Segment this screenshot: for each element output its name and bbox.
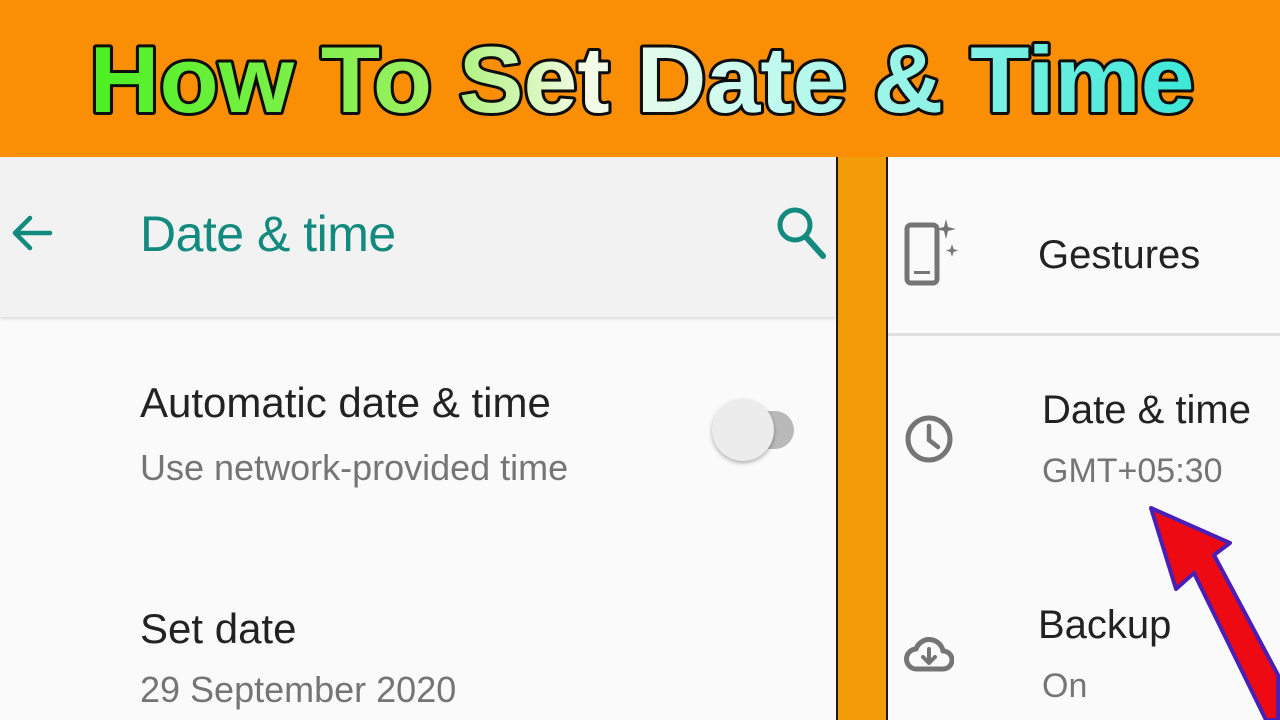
automatic-date-time-toggle[interactable]: [712, 399, 796, 461]
toggle-thumb: [712, 399, 774, 461]
red-pointer-arrow-icon: [1149, 506, 1280, 720]
banner-title: How To Set Date & Time: [90, 27, 1195, 132]
automatic-date-time-title: Automatic date & time: [140, 379, 551, 426]
set-date-setting[interactable]: Set date 29 September 2020: [0, 557, 836, 720]
clock-icon: [905, 415, 953, 463]
automatic-date-time-subtitle: Use network-provided time: [140, 447, 569, 488]
cloud-backup-icon: [904, 637, 954, 672]
search-icon[interactable]: [774, 203, 828, 263]
menu-item-date-time-label: Date & time: [1042, 388, 1251, 432]
banner-title-graphic: How To Set Date & Time: [87, 24, 1198, 135]
gestures-phone-icon: [904, 219, 958, 286]
back-arrow-icon[interactable]: [8, 209, 56, 257]
date-time-settings-screen: Date & time Automatic date & time Use ne…: [0, 157, 836, 720]
set-date-title: Set date: [140, 605, 297, 652]
title-banner: How To Set Date & Time: [0, 0, 1280, 157]
menu-item-backup-sublabel: On: [1042, 667, 1088, 705]
automatic-date-time-setting[interactable]: Automatic date & time Use network-provid…: [0, 317, 836, 517]
panel-divider: [836, 157, 888, 720]
menu-item-gestures-label: Gestures: [1038, 233, 1201, 277]
page-title: Date & time: [140, 206, 396, 262]
app-bar: Date & time: [0, 157, 836, 317]
set-date-value: 29 September 2020: [140, 669, 457, 710]
menu-item-date-time-sublabel: GMT+05:30: [1042, 452, 1223, 490]
menu-item-gestures[interactable]: Gestures: [888, 157, 1280, 333]
